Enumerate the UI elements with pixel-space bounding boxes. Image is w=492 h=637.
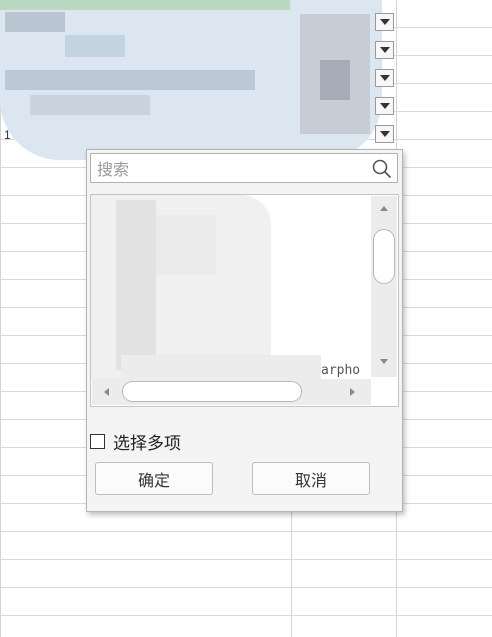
ok-button[interactable]: 确定 <box>95 462 213 495</box>
filter-dropdown-button[interactable] <box>375 69 394 87</box>
list-item-text: arpho <box>321 363 361 378</box>
multi-select-option[interactable]: 选择多项 <box>90 429 181 454</box>
filter-popup: arpho 选择多项 确定 取消 <box>86 149 403 512</box>
scroll-down-icon[interactable] <box>380 359 388 364</box>
chevron-down-icon <box>379 19 390 25</box>
row-number: 1 <box>4 128 11 142</box>
chevron-down-icon <box>379 103 390 109</box>
search-icon[interactable] <box>372 159 392 179</box>
cancel-button[interactable]: 取消 <box>252 462 370 495</box>
scrollbar-thumb[interactable] <box>373 229 395 284</box>
vertical-scrollbar[interactable] <box>371 196 397 377</box>
filter-dropdown-button[interactable] <box>375 41 394 59</box>
scrollbar-corner <box>371 379 397 405</box>
blurred-region <box>0 0 382 160</box>
horizontal-scrollbar[interactable] <box>92 379 371 405</box>
chevron-down-icon <box>379 75 390 81</box>
chevron-down-icon <box>379 131 390 137</box>
multi-select-label: 选择多项 <box>113 434 181 454</box>
filter-dropdown-button[interactable] <box>375 13 394 31</box>
scroll-left-icon[interactable] <box>104 388 109 396</box>
filter-dropdown-button[interactable] <box>375 125 394 143</box>
scrollbar-thumb[interactable] <box>122 381 302 402</box>
filter-dropdown-button[interactable] <box>375 97 394 115</box>
scroll-right-icon[interactable] <box>350 388 355 396</box>
search-input[interactable] <box>95 158 369 180</box>
chevron-down-icon <box>379 47 390 53</box>
value-list[interactable]: arpho <box>90 194 399 407</box>
multi-select-checkbox[interactable] <box>90 434 105 449</box>
scroll-up-icon[interactable] <box>380 206 388 211</box>
search-box <box>90 153 398 183</box>
